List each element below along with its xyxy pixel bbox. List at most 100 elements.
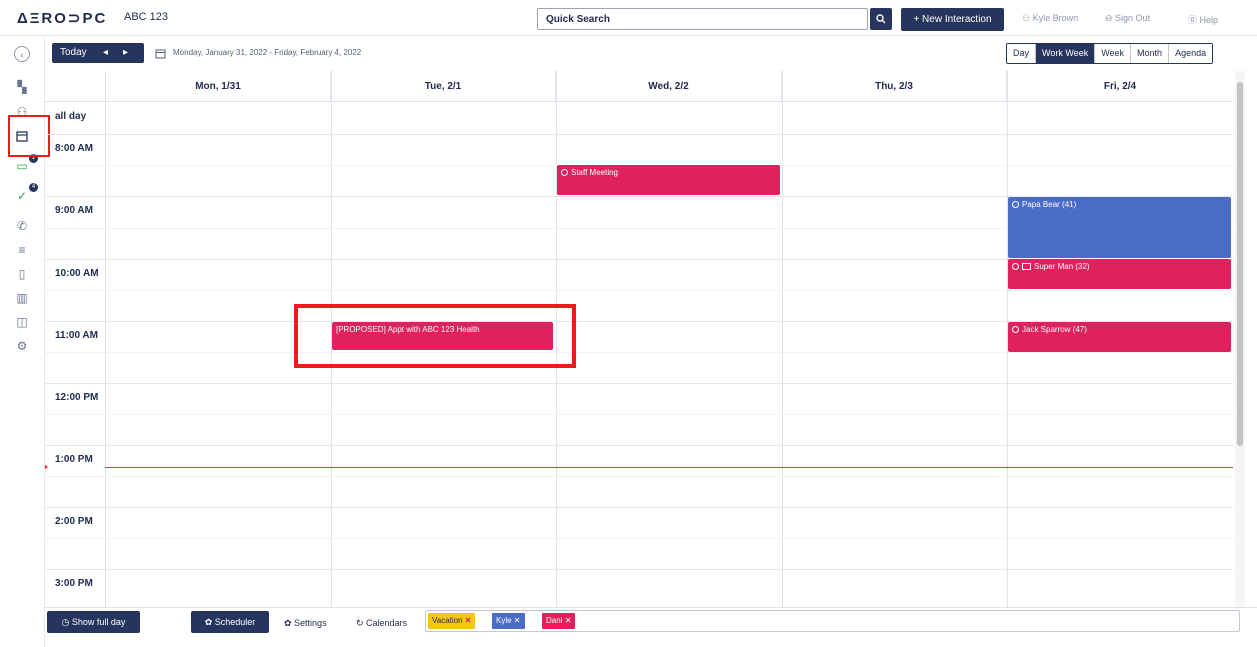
scrollbar-thumb[interactable] <box>1237 82 1243 446</box>
sign-out-link[interactable]: ⊖ Sign Out <box>1105 13 1150 24</box>
time-label: 10:00 AM <box>55 268 99 279</box>
organization-name: ABC 123 <box>124 11 169 23</box>
tasks-badge: 4 <box>29 183 38 192</box>
row-divider <box>45 134 1233 135</box>
gear-icon: ✿ <box>204 617 215 627</box>
today-button[interactable]: Today <box>60 43 87 63</box>
filter-tag-dani: Dani ✕ <box>542 613 576 629</box>
next-week-button[interactable]: ▸ <box>123 43 128 63</box>
proposed-event-highlight <box>294 304 576 368</box>
event-title: Super Man (32) <box>1034 262 1090 271</box>
clock-icon: ◷ <box>61 617 72 627</box>
row-divider <box>45 507 1233 508</box>
view-day-button[interactable]: Day <box>1007 44 1036 63</box>
row-divider <box>45 569 1233 570</box>
help-link[interactable]: ⓪ Help <box>1188 13 1218 26</box>
time-label: 9:00 AM <box>55 205 93 216</box>
sign-out-label: Sign Out <box>1115 13 1151 23</box>
time-label: 1:00 PM <box>55 454 93 465</box>
row-divider <box>45 352 1233 353</box>
day-header[interactable]: Fri, 2/4 <box>1007 71 1233 102</box>
calendar-grid: Mon, 1/31 Tue, 2/1 Wed, 2/2 Thu, 2/3 Fri… <box>45 71 1233 607</box>
settings-button[interactable]: ✿ Settings <box>284 618 327 629</box>
new-interaction-button[interactable]: + New Interaction <box>901 8 1004 31</box>
dashboard-icon[interactable]: ▚ <box>14 79 30 95</box>
current-time-line <box>105 467 1233 468</box>
remove-tag-icon[interactable]: ✕ <box>465 616 472 625</box>
recurring-icon <box>1012 326 1019 333</box>
gear-icon: ✿ <box>284 618 295 628</box>
view-agenda-button[interactable]: Agenda <box>1168 44 1213 63</box>
video-icon <box>1022 263 1031 270</box>
date-picker-icon[interactable] <box>155 46 166 64</box>
view-work-week-button[interactable]: Work Week <box>1035 44 1095 63</box>
event-papa-bear[interactable]: Papa Bear (41) <box>1008 197 1231 258</box>
time-gutter-header <box>45 71 106 102</box>
show-full-day-button[interactable]: ◷ Show full day <box>47 611 140 633</box>
time-label: 11:00 AM <box>55 330 98 341</box>
help-icon: ⓪ <box>1188 15 1200 25</box>
list-icon[interactable]: ≡ <box>14 242 30 258</box>
filter-tag-label: Dani <box>546 616 563 625</box>
time-label: 3:00 PM <box>55 578 93 589</box>
reports-icon[interactable]: ▥ <box>14 290 30 306</box>
scheduler-label: Scheduler <box>214 617 256 627</box>
column-divider <box>782 71 783 607</box>
top-bar: ΔΞRO⊃PC ABC 123 Quick Search + New Inter… <box>0 0 1257 36</box>
filter-tag-vacation: Vacation ✕ <box>428 613 476 629</box>
tasks-icon[interactable]: ✓ <box>14 188 30 204</box>
row-divider <box>45 445 1233 446</box>
quick-search-input[interactable]: Quick Search <box>537 8 868 30</box>
row-divider <box>45 383 1233 384</box>
settings-label: Settings <box>294 618 327 628</box>
user-icon: ⚇ <box>1022 13 1033 23</box>
day-header[interactable]: Thu, 2/3 <box>782 71 1007 102</box>
event-title: Papa Bear (41) <box>1022 200 1077 209</box>
show-full-day-label: Show full day <box>71 617 126 627</box>
view-switcher: Day Work Week Week Month Agenda <box>1006 43 1214 64</box>
document-icon[interactable]: ▯ <box>14 266 30 282</box>
today-nav-group: Today ◂ ▸ <box>52 43 144 63</box>
prev-week-button[interactable]: ◂ <box>103 43 108 63</box>
library-icon[interactable]: ◫ <box>14 314 30 330</box>
calendar-icon-highlight <box>8 115 50 157</box>
user-name: Kyle Brown <box>1032 13 1079 23</box>
event-jack-sparrow[interactable]: Jack Sparrow (47) <box>1008 322 1231 352</box>
settings-icon[interactable]: ⚙ <box>14 338 30 354</box>
all-day-label: all day <box>55 111 87 122</box>
row-divider <box>45 476 1233 477</box>
time-label: 2:00 PM <box>55 516 93 527</box>
view-week-button[interactable]: Week <box>1094 44 1131 63</box>
remove-tag-icon[interactable]: ✕ <box>514 616 521 625</box>
filter-tag-label: Kyle <box>496 616 512 625</box>
current-time-marker <box>45 463 48 471</box>
app-logo[interactable]: ΔΞRO⊃PC <box>17 9 107 27</box>
scheduler-button[interactable]: ✿ Scheduler <box>191 611 269 633</box>
phone-icon[interactable]: ✆ <box>14 218 30 234</box>
event-title: Jack Sparrow (47) <box>1022 325 1087 334</box>
remove-tag-icon[interactable]: ✕ <box>565 616 572 625</box>
user-menu[interactable]: ⚇ Kyle Brown <box>1022 13 1078 24</box>
back-circle-icon[interactable]: ‹ <box>14 46 30 62</box>
help-label: Help <box>1199 15 1219 25</box>
calendars-label: Calendars <box>366 618 408 628</box>
messages-icon[interactable]: ▭ <box>14 158 30 174</box>
calendars-button[interactable]: ↻ Calendars <box>356 618 407 629</box>
row-divider <box>45 538 1233 539</box>
time-label: 12:00 PM <box>55 392 99 403</box>
time-label: 8:00 AM <box>55 143 93 154</box>
event-staff-meeting[interactable]: Staff Meeting <box>557 165 780 195</box>
view-month-button[interactable]: Month <box>1130 44 1169 63</box>
event-title: Staff Meeting <box>571 168 618 177</box>
filter-tag-label: Vacation <box>432 616 463 625</box>
refresh-icon: ↻ <box>356 618 367 628</box>
day-header[interactable]: Wed, 2/2 <box>556 71 782 102</box>
day-header[interactable]: Tue, 2/1 <box>331 71 556 102</box>
recurring-icon <box>1012 263 1019 270</box>
event-super-man[interactable]: Super Man (32) <box>1008 259 1231 289</box>
day-header[interactable]: Mon, 1/31 <box>106 71 331 102</box>
search-button[interactable] <box>870 8 892 30</box>
filter-tag-kyle: Kyle ✕ <box>492 613 525 629</box>
recurring-icon <box>1012 201 1019 208</box>
row-divider <box>45 414 1233 415</box>
